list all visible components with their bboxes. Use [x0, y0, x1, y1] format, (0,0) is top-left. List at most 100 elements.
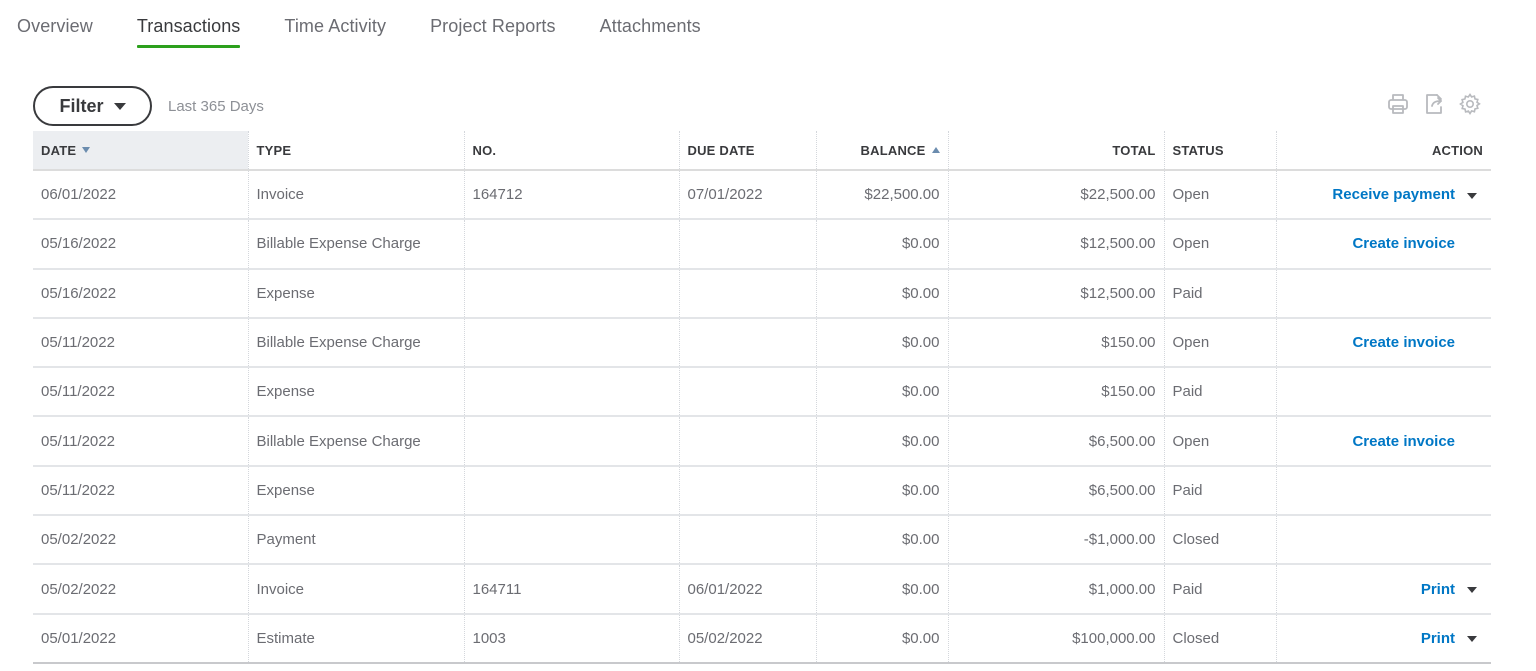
- cell-type: Invoice: [247, 170, 464, 221]
- column-header-due-date-label: DUE DATE: [687, 142, 755, 158]
- tab-time-activity[interactable]: Time Activity: [284, 0, 386, 48]
- table-row[interactable]: 05/16/2022 Billable Expense Charge $0.00 $1…: [33, 219, 1491, 270]
- cell-type: Invoice: [247, 564, 464, 615]
- cell-due-date: [678, 465, 816, 517]
- cell-date: 06/01/2022: [33, 170, 248, 221]
- cell-due-date: [678, 515, 816, 566]
- cell-balance: $0.00: [815, 317, 948, 369]
- cell-due-date: [678, 367, 816, 418]
- tab-project-reports[interactable]: Project Reports: [430, 0, 556, 48]
- cell-action: [1275, 465, 1491, 517]
- cell-total: $150.00: [947, 317, 1164, 369]
- cell-date: 05/11/2022: [33, 367, 248, 418]
- cell-type: Payment: [247, 515, 464, 566]
- table-row[interactable]: 05/11/2022 Expense $0.00 $150.00 Paid: [33, 367, 1491, 418]
- cell-status: Open: [1163, 219, 1276, 270]
- tab-transactions[interactable]: Transactions: [136, 0, 241, 48]
- table-row[interactable]: 05/16/2022 Expense $0.00 $12,500.00 Paid: [33, 268, 1491, 319]
- column-header-action-label: ACTION: [1431, 142, 1483, 158]
- table-row[interactable]: 05/11/2022 Expense $0.00 $6,500.00 Paid: [33, 465, 1491, 517]
- cell-due-date: [678, 219, 816, 270]
- column-header-type[interactable]: TYPE: [247, 131, 464, 171]
- column-header-no[interactable]: NO.: [463, 131, 679, 171]
- cell-no: [463, 465, 679, 517]
- column-header-date[interactable]: DATE: [33, 131, 248, 171]
- cell-total: $100,000.00: [947, 613, 1164, 664]
- table-row[interactable]: 05/11/2022 Billable Expense Charge $0.00 $6…: [33, 416, 1491, 467]
- table-row[interactable]: 05/02/2022 Invoice 164711 06/01/2022 $0.00 $1…: [33, 564, 1491, 615]
- cell-date: 05/11/2022: [33, 416, 248, 467]
- cell-total: $6,500.00: [947, 465, 1164, 517]
- cell-action: Create invoice: [1275, 219, 1491, 270]
- cell-date: 05/16/2022: [33, 268, 248, 319]
- printer-icon[interactable]: [1386, 92, 1410, 116]
- cell-due-date: 06/01/2022: [678, 564, 816, 615]
- cell-action: Create invoice: [1275, 416, 1491, 467]
- caret-down-icon: [113, 102, 126, 110]
- cell-balance: $0.00: [815, 367, 948, 418]
- column-header-due-date[interactable]: DUE DATE: [678, 131, 816, 171]
- column-header-status[interactable]: STATUS: [1163, 131, 1276, 171]
- column-header-type-label: TYPE: [256, 142, 292, 158]
- gear-icon[interactable]: [1458, 92, 1482, 116]
- cell-status: Closed: [1163, 613, 1276, 664]
- table-row[interactable]: 05/02/2022 Payment $0.00 -$1,000.00 Closed: [33, 515, 1491, 566]
- table-row[interactable]: 05/11/2022 Billable Expense Charge $0.00 $1…: [33, 317, 1491, 369]
- table-body: 06/01/2022 Invoice 164712 07/01/2022 $22,500…: [33, 170, 1491, 664]
- column-header-balance-label: BALANCE: [860, 142, 926, 158]
- cell-action: [1275, 367, 1491, 418]
- cell-action: Print: [1275, 613, 1491, 664]
- action-link[interactable]: Receive payment: [1332, 186, 1455, 203]
- action-link[interactable]: Create invoice: [1352, 334, 1455, 351]
- table-row[interactable]: 06/01/2022 Invoice 164712 07/01/2022 $22,500…: [33, 170, 1491, 221]
- tab-overview[interactable]: Overview: [17, 0, 93, 48]
- cell-total: $12,500.00: [947, 268, 1164, 319]
- action-link[interactable]: Create invoice: [1352, 235, 1455, 252]
- sort-descending-icon: [82, 146, 91, 153]
- cell-type: Billable Expense Charge: [247, 416, 464, 467]
- action-link[interactable]: Print: [1421, 581, 1455, 598]
- action-menu-caret-icon[interactable]: [1467, 587, 1477, 594]
- column-header-total-label: TOTAL: [1112, 142, 1156, 158]
- action-menu-caret-icon[interactable]: [1467, 192, 1477, 199]
- cell-no: 164712: [463, 170, 679, 221]
- cell-due-date: [678, 317, 816, 369]
- export-icon[interactable]: [1422, 92, 1446, 116]
- cell-type: Billable Expense Charge: [247, 317, 464, 369]
- cell-no: [463, 416, 679, 467]
- cell-date: 05/02/2022: [33, 515, 248, 566]
- cell-balance: $0.00: [815, 564, 948, 615]
- cell-total: $12,500.00: [947, 219, 1164, 270]
- action-menu-caret-icon[interactable]: [1467, 636, 1477, 643]
- column-header-total[interactable]: TOTAL: [947, 131, 1164, 171]
- cell-due-date: 07/01/2022: [678, 170, 816, 221]
- column-header-balance[interactable]: BALANCE: [815, 131, 948, 171]
- cell-date: 05/16/2022: [33, 219, 248, 270]
- cell-balance: $0.00: [815, 416, 948, 467]
- cell-due-date: [678, 416, 816, 467]
- table-header-row: DATE TYPE NO. DUE DATE BALANCE TOTAL STA…: [33, 131, 1491, 171]
- cell-due-date: [678, 268, 816, 319]
- cell-action: [1275, 515, 1491, 566]
- column-header-action: ACTION: [1275, 131, 1491, 171]
- cell-status: Closed: [1163, 515, 1276, 566]
- tab-attachments[interactable]: Attachments: [600, 0, 701, 48]
- cell-type: Expense: [247, 268, 464, 319]
- cell-no: [463, 515, 679, 566]
- action-link[interactable]: Create invoice: [1352, 433, 1455, 450]
- filter-label: Filter: [59, 95, 104, 116]
- cell-total: $22,500.00: [947, 170, 1164, 221]
- cell-date: 05/01/2022: [33, 613, 248, 664]
- filter-button[interactable]: Filter: [33, 86, 152, 126]
- cell-date: 05/02/2022: [33, 564, 248, 615]
- cell-no: 1003: [463, 613, 679, 664]
- cell-status: Open: [1163, 317, 1276, 369]
- cell-balance: $0.00: [815, 465, 948, 517]
- cell-no: 164711: [463, 564, 679, 615]
- cell-type: Estimate: [247, 613, 464, 664]
- sort-ascending-icon: [931, 146, 940, 153]
- action-link[interactable]: Print: [1421, 630, 1455, 647]
- tab-bar: Overview Transactions Time Activity Proj…: [17, 0, 745, 50]
- cell-action: [1275, 268, 1491, 319]
- table-row[interactable]: 05/01/2022 Estimate 1003 05/02/2022 $0.00 $10…: [33, 613, 1491, 664]
